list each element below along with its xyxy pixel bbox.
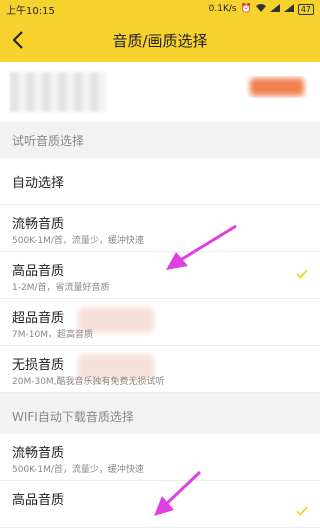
status-time: 上午10:15 (6, 5, 55, 17)
item-subtitle: 500K-1M/首，流量少，缓冲快速 (12, 236, 144, 246)
blurred-vip-badge (250, 78, 304, 96)
alarm-icon: ⏰ (240, 3, 252, 14)
list-item-smooth[interactable]: 流畅音质 500K-1M/首，流量少，缓冲快速 (0, 205, 320, 252)
item-title: 流畅音质 (12, 217, 65, 232)
header-bar: 音质/画质选择 (0, 18, 320, 62)
signal-icon (269, 3, 280, 15)
item-title: 流畅音质 (12, 446, 65, 461)
item-title: 无损音质 (12, 358, 65, 373)
blurred-account-name (10, 72, 106, 112)
item-title: 超品音质 (12, 311, 65, 326)
list-item-lossless[interactable]: 无损音质 20M-30M,酷我音乐独有免费无损试听 (0, 346, 320, 393)
signal-icon-2 (283, 3, 294, 15)
status-bar: 上午10:15 0.1K/s ⏰ 47 (0, 0, 320, 18)
item-title: 高品音质 (12, 264, 65, 279)
check-icon (296, 506, 308, 516)
back-button[interactable] (6, 28, 30, 52)
status-icons: 0.1K/s ⏰ 47 (208, 3, 314, 15)
trial-section-label: 试听音质选择 (0, 122, 320, 158)
chevron-left-icon (12, 31, 23, 49)
item-subtitle: 20M-30M,酷我音乐独有免费无损试听 (12, 377, 165, 387)
wifi-icon (255, 3, 266, 15)
item-subtitle: 1-2M/首，省流量好音质 (12, 283, 110, 293)
battery-icon: 47 (297, 3, 314, 15)
wifi-section-label: WIFI自动下载音质选择 (0, 398, 320, 434)
list-item-wifi-smooth[interactable]: 流畅音质 500K-1M/首，流量少，缓冲快速 (0, 434, 320, 481)
check-icon (296, 269, 308, 279)
item-title: 自动选择 (12, 175, 65, 191)
list-item-super[interactable]: 超品音质 7M-10M，超高音质 (0, 299, 320, 346)
network-speed: 0.1K/s (208, 3, 237, 14)
list-item-wifi-high[interactable]: 高品音质 (0, 481, 320, 528)
trial-quality-list: 自动选择 流畅音质 500K-1M/首，流量少，缓冲快速 高品音质 1-2M/首… (0, 158, 320, 393)
list-item-auto[interactable]: 自动选择 (0, 158, 320, 205)
page-title: 音质/画质选择 (112, 31, 208, 50)
item-subtitle: 500K-1M/首，流量少，缓冲快速 (12, 465, 144, 475)
item-title: 高品音质 (12, 493, 65, 508)
list-item-high[interactable]: 高品音质 1-2M/首，省流量好音质 (0, 252, 320, 299)
wifi-quality-list: 流畅音质 500K-1M/首，流量少，缓冲快速 高品音质 (0, 434, 320, 528)
item-subtitle: 7M-10M，超高音质 (12, 330, 93, 340)
